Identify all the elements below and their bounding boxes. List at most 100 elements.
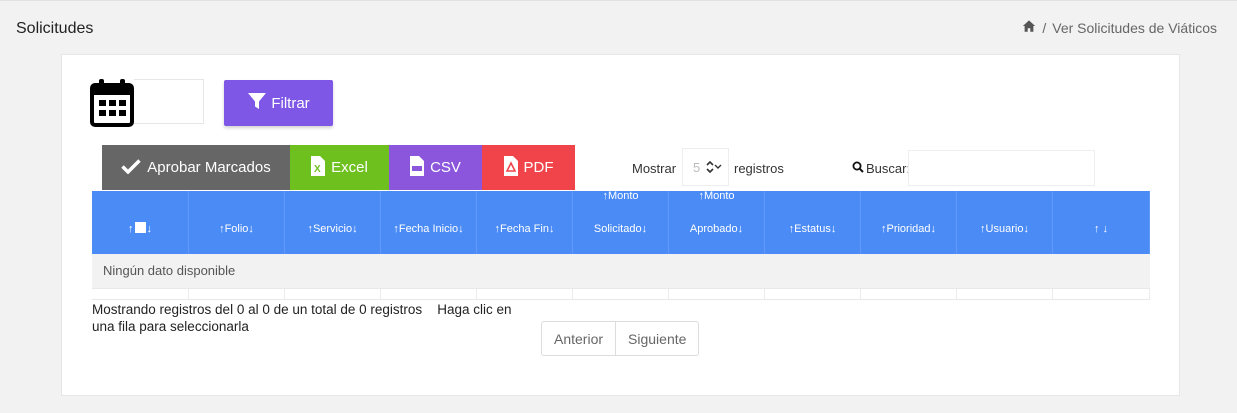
column-header-line2: ↑ ↓ (1094, 216, 1108, 242)
table-footer-cell (381, 289, 477, 299)
excel-label: Excel (331, 159, 368, 176)
column-header-text: Servicio (312, 223, 353, 235)
column-header-line2: ↑Prioridad↓ (881, 216, 936, 242)
column-header[interactable]: ↑Fecha Fin↓ (477, 191, 573, 254)
breadcrumb: / Ver Solicitudes de Viáticos (1022, 19, 1217, 36)
column-header-text: Monto (607, 190, 639, 202)
column-header-text: Folio (224, 223, 249, 235)
page-title: Solicitudes (16, 20, 94, 37)
column-header-line2: ↑Fecha Inicio↓ (393, 216, 463, 242)
sort-asc-icon: ↑ (128, 223, 134, 235)
records-label: registros (734, 161, 784, 176)
column-header[interactable]: ↑Monto Solicitado↓ (573, 190, 669, 254)
search-input[interactable] (908, 150, 1095, 186)
column-header-text: Estatus (794, 223, 831, 235)
requests-card: Filtrar Aprobar Marcados X Excel CSV PDF… (61, 54, 1180, 396)
sort-desc-icon: ↓ (458, 223, 464, 235)
calendar-icon[interactable] (90, 78, 136, 128)
column-header-line2: Aprobado↓ (690, 216, 743, 242)
approve-marked-button[interactable]: Aprobar Marcados (102, 145, 290, 190)
sort-desc-icon: ↓ (830, 223, 837, 235)
column-header-line2: Solicitado↓ (594, 216, 647, 242)
column-header[interactable]: ↑Usuario↓ (957, 191, 1053, 254)
column-header[interactable]: ↑Folio↓ (189, 191, 285, 254)
home-icon[interactable] (1022, 19, 1036, 36)
table-footer-cell (573, 289, 669, 299)
pdf-label: PDF (523, 159, 554, 176)
table-header: ↑ ↓ ↑Folio↓ ↑Servicio↓ ↑Fecha Inicio↓ ↑Fecha … (92, 190, 1150, 254)
empty-table-row: Ningún dato disponible (92, 254, 1150, 289)
pagination: Anterior Siguiente (541, 321, 700, 356)
sort-desc-icon: ↓ (737, 223, 744, 235)
column-header[interactable]: ↑ ↓ (1053, 191, 1150, 254)
table-footer-cell (669, 289, 765, 299)
show-label: Mostrar (632, 161, 677, 176)
column-header[interactable]: ↑ ↓ (92, 191, 189, 254)
svg-text:X: X (314, 164, 321, 175)
column-header-line2: ↑ ↓ (128, 216, 152, 242)
column-header-line2: ↑Fecha Fin↓ (495, 216, 555, 242)
search-label-wrap: Buscar: (852, 161, 910, 176)
table-footer-row (92, 289, 1150, 300)
column-header-text: Prioridad (886, 223, 931, 235)
table-footer-cell (285, 289, 381, 299)
table-info: Mostrando registros del 0 al 0 de un tot… (92, 301, 522, 335)
search-label: Buscar: (866, 161, 911, 176)
sort-desc-icon: ↓ (548, 223, 555, 235)
table-footer-cell (92, 289, 189, 299)
column-header-text: Usuario (985, 223, 1024, 235)
select-arrows-icon (706, 160, 722, 174)
column-header-line2: ↑Folio↓ (219, 216, 254, 242)
column-header-text: Fecha Inicio (398, 223, 459, 235)
column-header[interactable]: ↑Estatus↓ (765, 191, 861, 254)
csv-label: CSV (430, 159, 461, 176)
pdf-file-icon (503, 155, 518, 180)
date-input[interactable] (134, 79, 204, 124)
records-per-page-select[interactable]: 5 (682, 148, 729, 186)
table-footer-cell (957, 289, 1053, 299)
pdf-export-button[interactable]: PDF (482, 145, 575, 190)
filter-label: Filtrar (271, 94, 310, 112)
page-header: Solicitudes / Ver Solicitudes de Viático… (0, 0, 1237, 54)
sort-desc-icon: ↓ (1023, 223, 1029, 235)
csv-export-button[interactable]: CSV (389, 145, 482, 190)
records-per-page-value: 5 (693, 159, 701, 175)
select-all-checkbox[interactable] (134, 222, 146, 233)
sort-desc-icon: ↓ (641, 223, 648, 235)
column-header-line2: ↑Usuario↓ (980, 216, 1029, 242)
column-header[interactable]: ↑Fecha Inicio↓ (381, 191, 477, 254)
approve-label: Aprobar Marcados (147, 159, 271, 176)
column-header[interactable]: ↑Servicio↓ (285, 191, 381, 254)
sort-desc-icon: ↓ (146, 223, 153, 235)
csv-file-icon (410, 155, 425, 180)
checkmark-icon (121, 158, 142, 178)
previous-page-button[interactable]: Anterior (542, 322, 615, 355)
column-header-text: Fecha Fin (500, 223, 549, 235)
sort-desc-icon: ↓ (352, 223, 358, 235)
sort-desc-icon: ↓ (1099, 223, 1109, 235)
table-footer-cell (765, 289, 861, 299)
column-header-text: Solicitado (593, 223, 642, 235)
column-header-text: Aprobado (689, 223, 738, 235)
table-footer-cell (477, 289, 573, 299)
table-footer-cell (861, 289, 957, 299)
search-icon (852, 161, 864, 176)
column-header[interactable]: ↑Monto Aprobado↓ (669, 190, 765, 254)
table-footer-cell (189, 289, 285, 299)
funnel-icon (247, 91, 267, 115)
column-header[interactable]: ↑Prioridad↓ (861, 191, 957, 254)
breadcrumb-current: Ver Solicitudes de Viáticos (1052, 19, 1217, 36)
records-info: Mostrando registros del 0 al 0 de un tot… (92, 302, 423, 317)
sort-desc-icon: ↓ (930, 223, 937, 235)
column-header-line2: ↑Estatus↓ (789, 216, 837, 242)
column-header-line1: ↑Monto (602, 190, 638, 202)
column-header-text: Monto (703, 190, 735, 202)
excel-file-icon: X (311, 155, 326, 180)
column-header-line2: ↑Servicio↓ (307, 216, 357, 242)
excel-export-button[interactable]: X Excel (290, 145, 389, 190)
next-page-button[interactable]: Siguiente (615, 322, 698, 355)
filter-button[interactable]: Filtrar (224, 80, 333, 126)
column-header-line1: ↑Monto (698, 190, 734, 202)
sort-desc-icon: ↓ (248, 223, 254, 235)
table-footer-cell (1053, 289, 1150, 299)
